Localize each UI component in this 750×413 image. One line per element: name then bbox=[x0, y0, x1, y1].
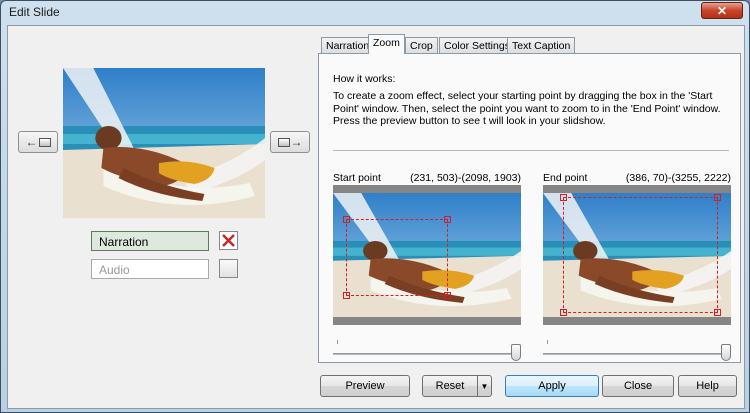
selection-handle[interactable] bbox=[714, 309, 721, 316]
dialog-body: ← → Narration Audio Narration Zoom Crop … bbox=[7, 25, 745, 409]
close-button[interactable]: Close bbox=[602, 375, 674, 397]
next-slide-button[interactable]: → bbox=[270, 131, 310, 153]
window-close-button[interactable]: ✕ bbox=[701, 2, 743, 19]
reset-button[interactable]: Reset ▼ bbox=[422, 375, 492, 397]
tab-zoom[interactable]: Zoom bbox=[368, 34, 405, 54]
end-point-frame bbox=[543, 185, 731, 325]
title-bar: Edit Slide ✕ bbox=[1, 1, 749, 23]
how-it-works-heading: How it works: bbox=[333, 73, 396, 85]
slide-preview-image bbox=[63, 68, 265, 218]
divider bbox=[333, 150, 729, 151]
help-button[interactable]: Help bbox=[678, 375, 737, 397]
start-point-coords: (231, 503)-(2098, 1903) bbox=[410, 172, 521, 184]
end-zoom-slider-track[interactable] bbox=[543, 353, 731, 355]
previous-slide-button[interactable]: ← bbox=[18, 131, 58, 153]
end-zoom-slider-thumb[interactable] bbox=[721, 344, 731, 361]
close-icon: ✕ bbox=[716, 3, 728, 18]
audio-checkbox[interactable] bbox=[219, 259, 238, 278]
end-point-coords: (386, 70)-(3255, 2222) bbox=[625, 172, 731, 184]
delete-x-icon bbox=[222, 234, 235, 247]
edit-slide-dialog: Edit Slide ✕ ← → Narration Audio Narrati… bbox=[0, 0, 750, 413]
selection-handle[interactable] bbox=[444, 292, 451, 299]
how-it-works-text: To create a zoom effect, select your sta… bbox=[333, 90, 721, 127]
start-zoom-slider-thumb[interactable] bbox=[511, 344, 521, 361]
selection-handle[interactable] bbox=[444, 216, 451, 223]
slider-tick bbox=[337, 340, 338, 344]
narration-field[interactable]: Narration bbox=[91, 231, 209, 251]
selection-handle[interactable] bbox=[560, 194, 567, 201]
window-title: Edit Slide bbox=[9, 5, 60, 19]
tab-text-caption[interactable]: Text Caption bbox=[507, 37, 576, 53]
start-point-frame bbox=[333, 185, 521, 325]
remove-narration-button[interactable] bbox=[219, 231, 238, 250]
apply-button[interactable]: Apply bbox=[505, 375, 599, 397]
audio-field[interactable]: Audio bbox=[91, 259, 209, 279]
slider-tick bbox=[547, 340, 548, 344]
tab-crop[interactable]: Crop bbox=[405, 37, 438, 53]
end-selection-box[interactable] bbox=[560, 194, 721, 316]
selection-handle[interactable] bbox=[714, 194, 721, 201]
previous-slide-icon: ← bbox=[26, 135, 51, 149]
start-selection-box[interactable] bbox=[343, 216, 451, 299]
reset-dropdown-arrow-icon[interactable]: ▼ bbox=[477, 376, 491, 396]
start-zoom-slider-track[interactable] bbox=[333, 353, 521, 355]
end-point-label: End point bbox=[543, 172, 588, 184]
tab-color-settings[interactable]: Color Settings bbox=[439, 37, 515, 53]
selection-handle[interactable] bbox=[343, 292, 350, 299]
tab-narration[interactable]: Narration bbox=[321, 37, 375, 53]
selection-handle[interactable] bbox=[343, 216, 350, 223]
start-point-label: Start point bbox=[333, 172, 381, 184]
preview-button[interactable]: Preview bbox=[320, 375, 410, 397]
selection-handle[interactable] bbox=[560, 309, 567, 316]
zoom-tab-panel: How it works: To create a zoom effect, s… bbox=[318, 53, 741, 363]
next-slide-icon: → bbox=[277, 135, 303, 149]
